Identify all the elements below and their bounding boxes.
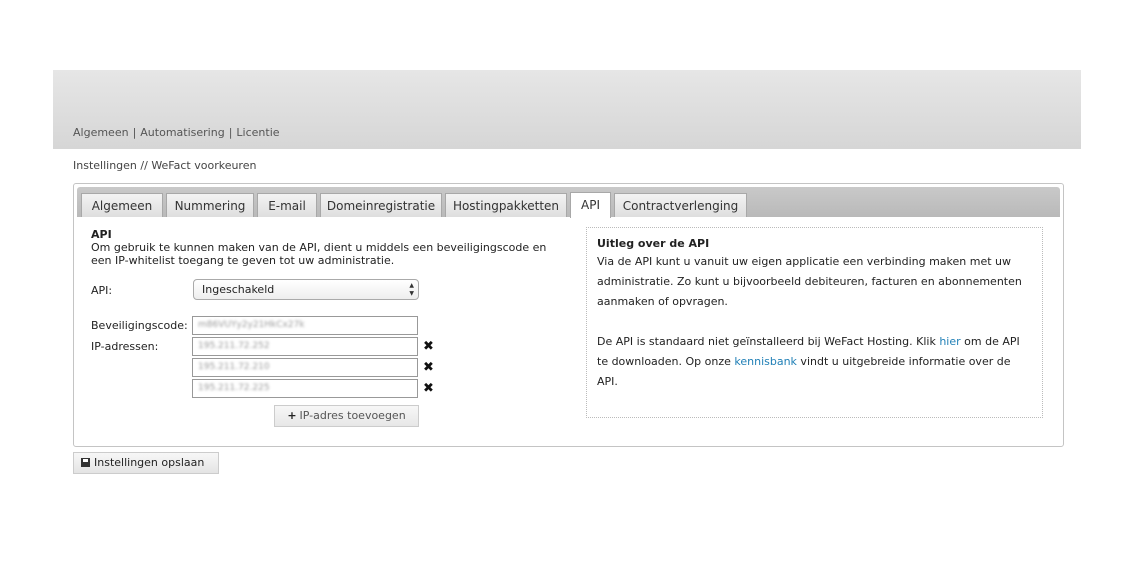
- tab-nummering[interactable]: Nummering: [166, 193, 254, 217]
- add-ip-label: IP-adres toevoegen: [299, 409, 406, 422]
- api-info-box: Uitleg over de API Via de API kunt u van…: [586, 227, 1043, 418]
- security-code-value: m86VUYy2y21HkCx27k: [198, 320, 305, 330]
- info-paragraph-1: Via de API kunt u vanuit uw eigen applic…: [597, 255, 1022, 308]
- security-code-input[interactable]: m86VUYy2y21HkCx27k: [192, 316, 418, 335]
- close-icon[interactable]: ✖: [423, 382, 434, 395]
- ip-value-1: 195.211.72.252: [198, 341, 270, 351]
- ip-label: IP-adressen:: [91, 340, 159, 353]
- code-label: Beveiligingscode:: [91, 319, 188, 332]
- save-settings-button[interactable]: Instellingen opslaan: [73, 452, 219, 474]
- tab-hostingpakketten[interactable]: Hostingpakketten: [445, 193, 567, 217]
- ip-value-3: 195.211.72.225: [198, 383, 270, 393]
- topnav-separator: |: [132, 126, 137, 139]
- floppy-icon: [81, 458, 90, 467]
- save-label: Instellingen opslaan: [94, 456, 205, 469]
- tab-bar: Algemeen Nummering E-mail Domeinregistra…: [77, 187, 1060, 218]
- ip-input-1[interactable]: 195.211.72.252: [192, 337, 418, 356]
- tab-email[interactable]: E-mail: [257, 193, 317, 217]
- api-select[interactable]: Ingeschakeld ▲ ▼: [193, 279, 419, 300]
- tab-algemeen[interactable]: Algemeen: [81, 193, 163, 217]
- download-link[interactable]: hier: [939, 335, 960, 348]
- settings-panel: Algemeen Nummering E-mail Domeinregistra…: [73, 183, 1064, 447]
- ip-input-3[interactable]: 195.211.72.225: [192, 379, 418, 398]
- api-select-value: Ingeschakeld: [202, 283, 275, 296]
- ip-value-2: 195.211.72.210: [198, 362, 270, 372]
- info-text: De API is standaard niet geïnstalleerd b…: [597, 335, 940, 348]
- info-paragraph-2: De API is standaard niet geïnstalleerd b…: [597, 332, 1032, 392]
- close-icon[interactable]: ✖: [423, 340, 434, 353]
- tab-contractverlenging[interactable]: Contractverlenging: [614, 193, 747, 217]
- breadcrumb-current: WeFact voorkeuren: [151, 159, 257, 172]
- close-icon[interactable]: ✖: [423, 361, 434, 374]
- tab-api[interactable]: API: [570, 192, 611, 218]
- select-arrows-icon: ▲ ▼: [409, 282, 414, 297]
- topnav-licentie[interactable]: Licentie: [236, 126, 279, 139]
- plus-icon: +: [287, 409, 297, 422]
- breadcrumb: Instellingen // WeFact voorkeuren: [73, 159, 256, 172]
- tab-domeinregistratie[interactable]: Domeinregistratie: [320, 193, 442, 217]
- info-title: Uitleg over de API: [597, 237, 710, 250]
- topnav-separator: |: [228, 126, 233, 139]
- ip-input-2[interactable]: 195.211.72.210: [192, 358, 418, 377]
- api-section-title: API: [91, 228, 112, 241]
- topnav-automatisering[interactable]: Automatisering: [140, 126, 224, 139]
- top-navigation: Algemeen | Automatisering | Licentie: [73, 126, 280, 139]
- kennisbank-link[interactable]: kennisbank: [734, 355, 797, 368]
- breadcrumb-root[interactable]: Instellingen: [73, 159, 137, 172]
- api-intro-text: Om gebruik te kunnen maken van de API, d…: [91, 241, 547, 267]
- add-ip-button[interactable]: + IP-adres toevoegen: [274, 405, 419, 427]
- api-label: API:: [91, 284, 113, 297]
- breadcrumb-separator: //: [140, 159, 148, 172]
- app-header: Algemeen | Automatisering | Licentie: [53, 70, 1081, 149]
- topnav-algemeen[interactable]: Algemeen: [73, 126, 129, 139]
